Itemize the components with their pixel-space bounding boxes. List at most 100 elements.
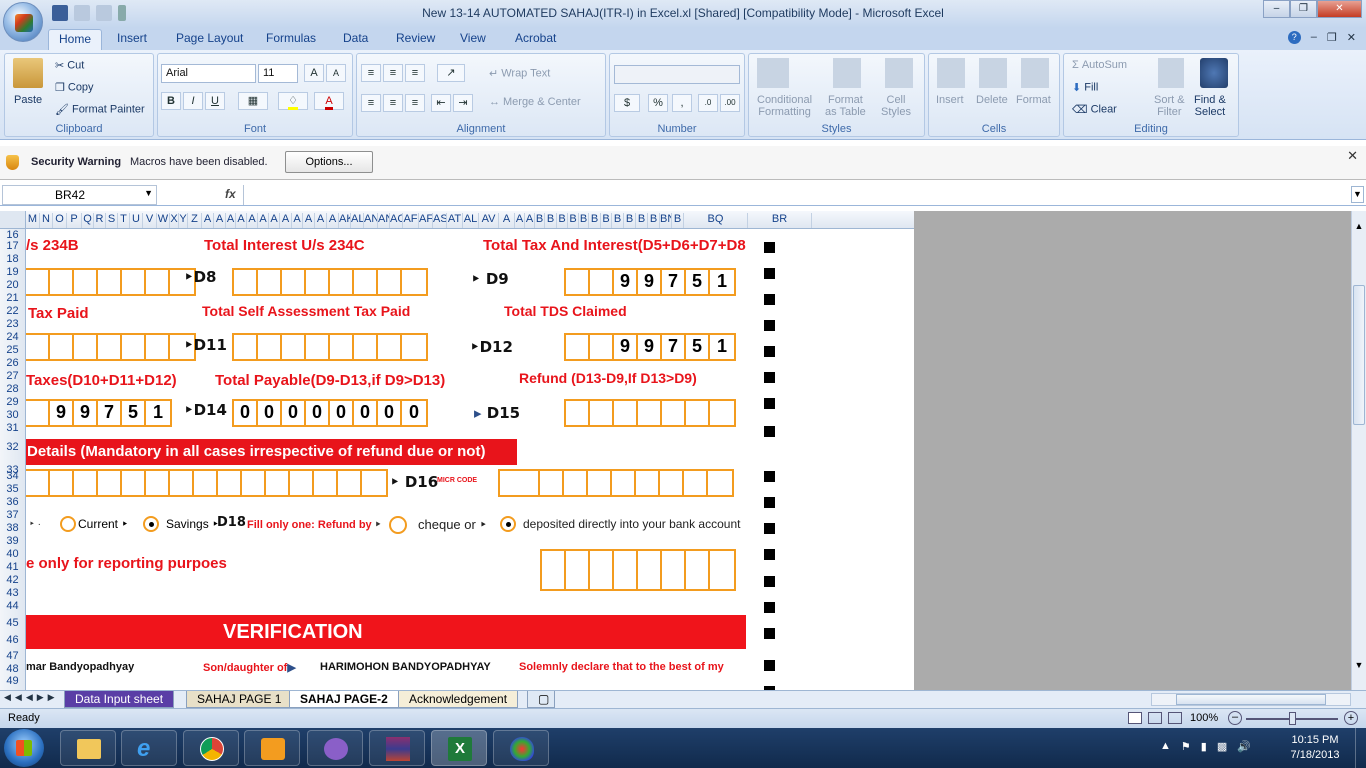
scroll-down-icon[interactable]: ▼ xyxy=(1353,660,1365,674)
merge-center-button[interactable]: ↔ Merge & Center xyxy=(489,96,581,108)
column-header[interactable]: Q xyxy=(82,213,94,228)
power-icon[interactable]: ▮ xyxy=(1201,740,1207,753)
increase-decimal-button[interactable]: .0 xyxy=(698,94,718,112)
digit-cell[interactable]: 1 xyxy=(710,335,734,359)
tab-insert[interactable]: Insert xyxy=(117,31,147,45)
column-header[interactable]: AT xyxy=(447,213,463,228)
digit-cell[interactable]: 0 xyxy=(354,401,378,425)
tab-sahaj-page-2[interactable]: SAHAJ PAGE-2 xyxy=(289,691,399,708)
column-header[interactable]: AC xyxy=(390,213,403,228)
zoom-in-icon[interactable]: + xyxy=(1344,711,1358,725)
vertical-scroll-thumb[interactable] xyxy=(1353,285,1365,425)
column-header[interactable]: R xyxy=(94,213,106,228)
column-header[interactable]: AL xyxy=(351,213,364,228)
doc-close-icon[interactable]: ✕ xyxy=(1347,31,1356,44)
column-header[interactable]: AF xyxy=(403,213,419,228)
bold-button[interactable]: B xyxy=(161,92,181,110)
copy-button[interactable]: ❐ Copy xyxy=(55,81,94,94)
tab-acknowledgement[interactable]: Acknowledgement xyxy=(398,691,519,708)
start-button[interactable] xyxy=(4,729,44,767)
row-header[interactable]: 26 xyxy=(0,357,25,369)
tab-page-layout[interactable]: Page Layout xyxy=(176,31,243,45)
fill-color-button[interactable]: ♢ xyxy=(278,92,308,110)
digit-cell[interactable]: 0 xyxy=(282,401,306,425)
digit-cell[interactable]: 0 xyxy=(306,401,330,425)
digit-cell[interactable]: 7 xyxy=(662,335,686,359)
conditional-formatting-button[interactable]: Conditional Formatting xyxy=(757,94,812,118)
digit-cell[interactable]: 9 xyxy=(614,270,638,294)
row-header[interactable]: 42 xyxy=(0,574,25,586)
digit-cell[interactable]: 0 xyxy=(234,401,258,425)
tab-data[interactable]: Data xyxy=(343,31,368,45)
column-header[interactable]: A xyxy=(236,213,247,228)
delete-cells-button[interactable]: Delete xyxy=(976,94,1008,106)
column-header[interactable]: AS xyxy=(433,213,447,228)
box-reporting[interactable] xyxy=(540,549,736,591)
font-color-button[interactable]: A xyxy=(314,92,344,110)
digit-cell[interactable]: 0 xyxy=(258,401,282,425)
column-header[interactable]: B xyxy=(636,213,648,228)
tab-sahaj-page-1[interactable]: SAHAJ PAGE 1 xyxy=(186,691,293,708)
vertical-scrollbar[interactable]: ▲ ▼ xyxy=(1351,211,1366,690)
horizontal-scroll-thumb[interactable] xyxy=(1176,694,1326,705)
column-header[interactable]: B xyxy=(579,213,589,228)
column-header[interactable]: M xyxy=(26,213,40,228)
digit-cell[interactable]: 5 xyxy=(686,270,710,294)
align-middle-button[interactable]: ≡ xyxy=(383,64,403,82)
show-desktop-button[interactable] xyxy=(1355,728,1366,768)
column-header[interactable]: BN xyxy=(660,213,672,228)
help-icon[interactable]: ? xyxy=(1287,31,1301,44)
decrease-indent-button[interactable]: ⇤ xyxy=(431,94,451,112)
digit-cell[interactable]: 0 xyxy=(402,401,426,425)
volume-icon[interactable]: 🔊 xyxy=(1237,740,1251,753)
column-header[interactable]: AL xyxy=(463,213,479,228)
row-header[interactable]: 27 xyxy=(0,370,25,382)
winrar-taskbar-icon[interactable] xyxy=(369,730,425,766)
deposit-radio[interactable] xyxy=(500,516,516,532)
row-header[interactable]: 44 xyxy=(0,600,25,612)
row-header[interactable]: 19 xyxy=(0,266,25,278)
cell-styles-button[interactable]: Cell Styles xyxy=(881,94,911,118)
row-header[interactable]: 48 xyxy=(0,663,25,675)
row-header[interactable]: 17 xyxy=(0,240,25,252)
insert-cells-button[interactable]: Insert xyxy=(936,94,964,106)
column-header[interactable]: A xyxy=(525,213,535,228)
media-player-taskbar-icon[interactable] xyxy=(244,730,300,766)
row-header[interactable]: 49 xyxy=(0,675,25,687)
row-header[interactable]: 36 xyxy=(0,496,25,508)
align-left-button[interactable]: ≡ xyxy=(361,94,381,112)
row-header[interactable]: 46 xyxy=(0,634,25,646)
row-header[interactable]: 34 xyxy=(0,470,25,482)
column-header[interactable]: A xyxy=(499,213,515,228)
tab-formulas[interactable]: Formulas xyxy=(266,31,316,45)
row-header[interactable]: 39 xyxy=(0,535,25,547)
align-top-button[interactable]: ≡ xyxy=(361,64,381,82)
digit-cell[interactable]: 9 xyxy=(638,335,662,359)
tab-acrobat[interactable]: Acrobat xyxy=(515,31,556,45)
format-as-table-button[interactable]: Format as Table xyxy=(825,94,866,118)
autosum-button[interactable]: Σ AutoSum xyxy=(1072,59,1127,71)
clock[interactable]: 10:15 PM 7/18/2013 xyxy=(1282,733,1348,763)
row-header[interactable]: 20 xyxy=(0,279,25,291)
digit-cell[interactable]: 0 xyxy=(378,401,402,425)
cheque-radio[interactable] xyxy=(389,516,407,534)
box-234b[interactable] xyxy=(26,268,196,296)
number-format-combo[interactable] xyxy=(614,65,740,84)
current-radio[interactable] xyxy=(60,516,76,532)
box-d11[interactable] xyxy=(232,333,428,361)
restore-button[interactable]: ❐ xyxy=(1290,0,1317,18)
minimize-button[interactable]: – xyxy=(1263,0,1290,18)
column-header[interactable]: AK xyxy=(339,213,351,228)
digit-cell[interactable] xyxy=(26,401,50,425)
find-select-button[interactable]: Find & Select xyxy=(1194,94,1226,118)
column-header[interactable]: A xyxy=(269,213,280,228)
select-all-corner[interactable] xyxy=(0,211,26,229)
tab-home[interactable]: Home xyxy=(48,29,103,50)
zoom-slider-thumb[interactable] xyxy=(1289,712,1296,725)
column-header[interactable]: A xyxy=(258,213,269,228)
normal-view-icon[interactable] xyxy=(1128,712,1142,724)
zoom-out-icon[interactable]: – xyxy=(1228,711,1242,725)
page-layout-view-icon[interactable] xyxy=(1148,712,1162,724)
box-d12[interactable]: 99751 xyxy=(564,333,736,361)
column-header[interactable]: B xyxy=(624,213,636,228)
